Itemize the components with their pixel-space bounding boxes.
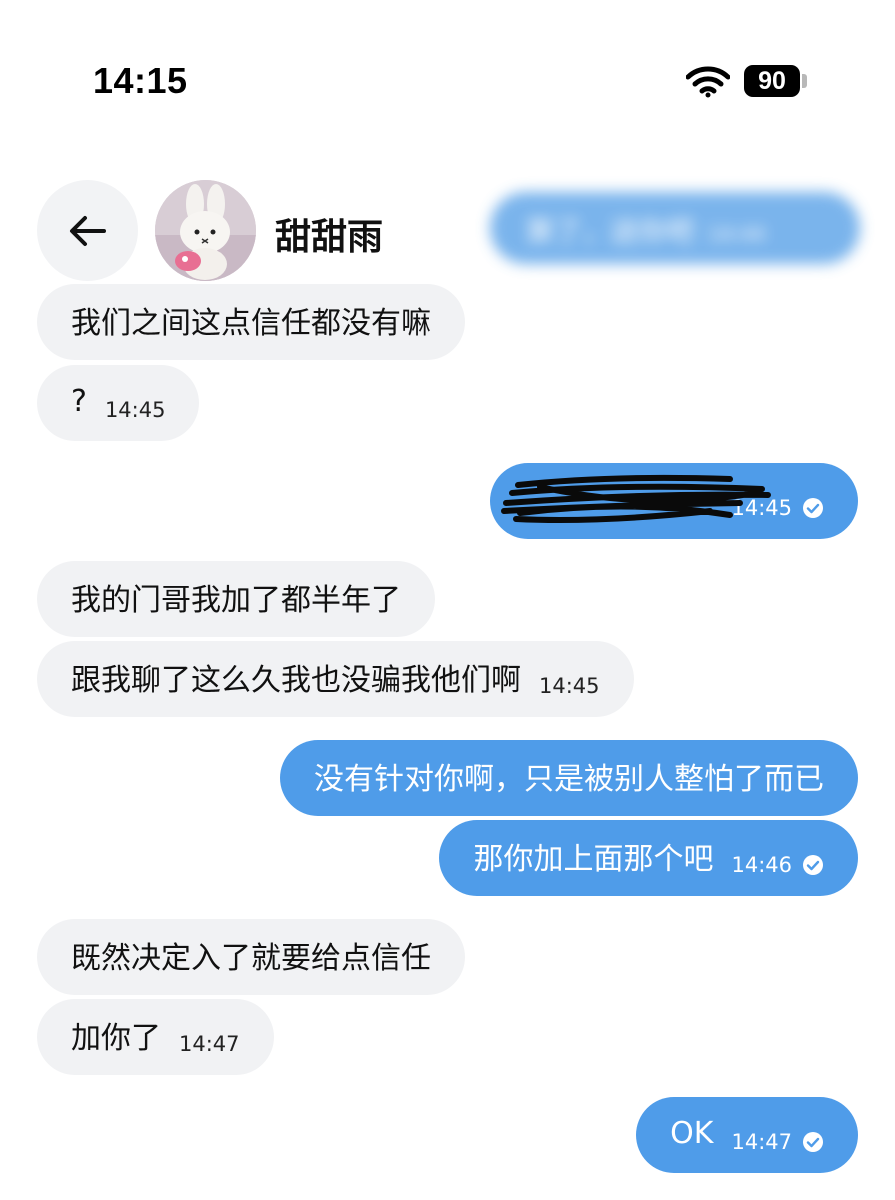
faded-message-text: 算了，送你吧 (526, 215, 695, 248)
message-bubble-outgoing[interactable]: 没有针对你啊，只是被别人整怕了而已 (280, 740, 858, 816)
chat-screen: 14:15 90 甜甜雨 算了，送你吧 14:44 我们之间这点信任都没有嘛 ?… (0, 0, 895, 1200)
message-bubble-incoming[interactable]: 跟我聊了这么久我也没骗我他们啊 14:45 (37, 641, 634, 717)
read-check-icon (803, 1132, 823, 1152)
message-time: 14:45 (731, 496, 792, 520)
message-time: 14:45 (104, 398, 166, 422)
battery-tip (802, 74, 807, 88)
message-time: 14:46 (731, 853, 792, 877)
message-bubble-incoming[interactable]: 既然决定入了就要给点信任 (37, 919, 465, 995)
message-bubble-outgoing-redacted[interactable]: 14:45 (490, 463, 858, 539)
message-text: 跟我聊了这么久我也没骗我他们啊 (71, 663, 521, 698)
bunny-plush-image (155, 180, 256, 281)
message-text: 我的门哥我加了都半年了 (71, 583, 401, 618)
battery-icon: 90 (744, 65, 800, 97)
message-time: 14:47 (179, 1032, 240, 1056)
contact-avatar[interactable] (155, 180, 256, 281)
read-check-icon (803, 855, 823, 875)
message-bubble-incoming[interactable]: ? 14:45 (37, 365, 200, 441)
message-text: 我们之间这点信任都没有嘛 (71, 306, 431, 341)
message-bubble-incoming[interactable]: 我的门哥我加了都半年了 (37, 561, 435, 637)
read-check-icon (803, 498, 823, 518)
faded-message-bubble: 算了，送你吧 14:44 (490, 192, 860, 264)
message-bubble-incoming[interactable]: 我们之间这点信任都没有嘛 (37, 284, 465, 360)
message-bubble-outgoing[interactable]: OK 14:47 (636, 1097, 858, 1173)
status-time: 14:15 (93, 60, 188, 101)
back-button[interactable] (37, 180, 138, 281)
message-text: 没有针对你啊，只是被别人整怕了而已 (314, 762, 824, 797)
message-bubble-outgoing[interactable]: 那你加上面那个吧 14:46 (439, 820, 858, 896)
message-time: 14:47 (731, 1130, 792, 1154)
contact-name: 甜甜雨 (275, 217, 384, 258)
message-bubble-incoming[interactable]: 加你了 14:47 (37, 999, 274, 1075)
wifi-icon (686, 66, 730, 98)
message-time: 14:45 (539, 674, 600, 698)
message-text: 那你加上面那个吧 (473, 842, 714, 877)
arrow-left-icon (69, 215, 106, 246)
message-text: 加你了 (71, 1021, 161, 1056)
message-text: 既然决定入了就要给点信任 (71, 941, 431, 976)
faded-message-time: 14:44 (708, 222, 766, 246)
message-text: ? (71, 383, 87, 419)
message-text: OK (670, 1115, 714, 1151)
